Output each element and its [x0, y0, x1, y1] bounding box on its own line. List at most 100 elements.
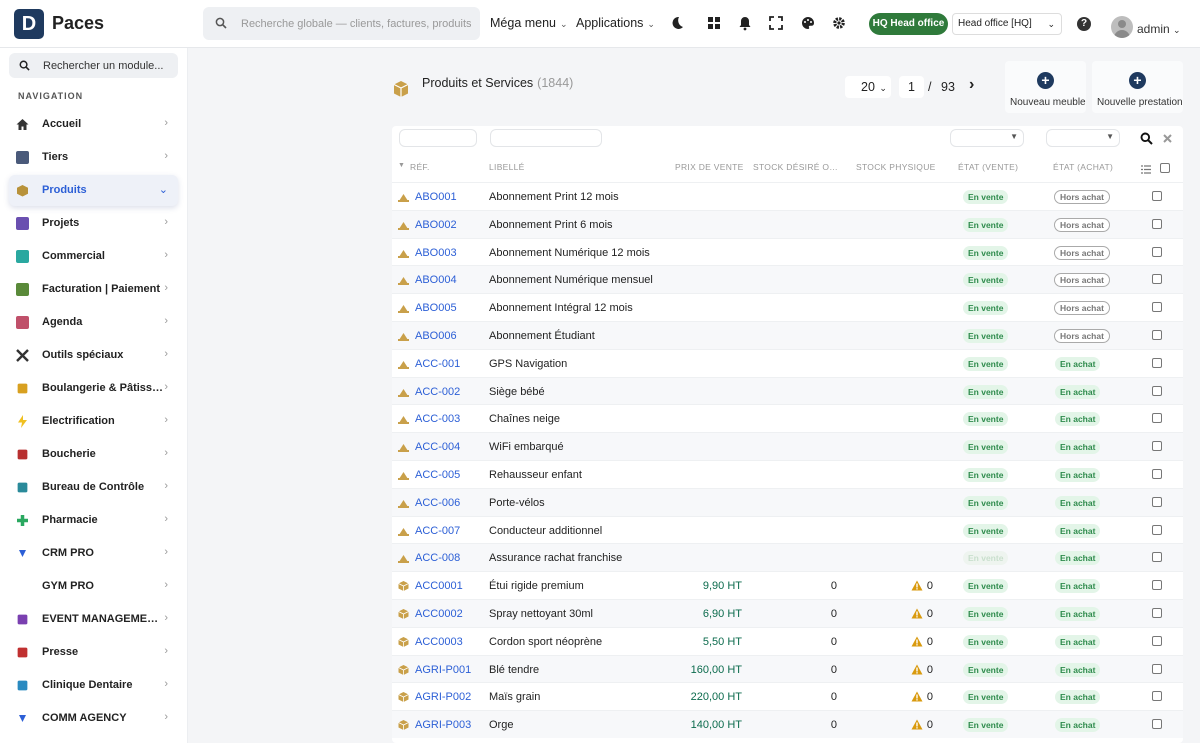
filter-label-input[interactable]	[490, 129, 602, 147]
table-row[interactable]: ACC-008 Assurance rachat franchise En vent…	[392, 543, 1183, 572]
grid-icon[interactable]	[705, 14, 723, 32]
header-physical-stock[interactable]: STOCK PHYSIQUE	[856, 162, 936, 172]
sidebar-item-gym-pro[interactable]: GYM PRO ›	[9, 571, 178, 602]
row-checkbox[interactable]	[1152, 191, 1162, 201]
table-row[interactable]: ACC0002 Spray nettoyant 30ml 6,90 HT 0 0 En v…	[392, 599, 1183, 627]
row-checkbox[interactable]	[1152, 330, 1162, 340]
row-checkbox[interactable]	[1152, 385, 1162, 396]
header-ref[interactable]: RÉF.	[410, 162, 430, 172]
sidebar-item-boucherie[interactable]: Boucherie ›	[9, 439, 178, 470]
user-menu[interactable]: admin ⌄	[1137, 22, 1181, 36]
sidebar-item-produits[interactable]: Produits ⌄	[9, 175, 178, 206]
row-checkbox[interactable]	[1152, 218, 1162, 229]
row-checkbox[interactable]	[1152, 524, 1162, 535]
product-ref-link[interactable]: ACC-008	[415, 552, 460, 564]
row-checkbox[interactable]	[1152, 413, 1162, 424]
product-ref-link[interactable]: ABO005	[415, 302, 457, 314]
header-label[interactable]: LIBELLÉ	[489, 162, 525, 172]
row-checkbox[interactable]	[1152, 302, 1162, 313]
filter-ref-input[interactable]	[399, 129, 477, 147]
hq-select[interactable]: Head office [HQ] ⌄	[952, 13, 1062, 35]
sidebar-item-commercial[interactable]: Commercial ›	[9, 241, 178, 272]
app-logo[interactable]: D	[14, 9, 44, 39]
table-row[interactable]: ACC-001 GPS Navigation En vente En achat	[392, 348, 1183, 377]
search-icon[interactable]	[1140, 132, 1153, 145]
list-icon[interactable]	[1141, 165, 1151, 174]
product-ref-link[interactable]: ACC-006	[415, 497, 460, 509]
sidebar-item-event-manageme[interactable]: EVENT MANAGEME… ›	[9, 604, 178, 635]
row-checkbox[interactable]	[1152, 719, 1162, 730]
sidebar-item-pharmacie[interactable]: Pharmacie ›	[9, 505, 178, 536]
row-checkbox[interactable]	[1152, 635, 1162, 646]
gear-icon[interactable]	[830, 14, 848, 32]
sidebar-item-bureau-de-contr-le[interactable]: Bureau de Contrôle ›	[9, 472, 178, 503]
global-search-input[interactable]	[241, 7, 471, 40]
product-ref-link[interactable]: ACC0002	[415, 608, 463, 620]
table-row[interactable]: ACC-005 Rehausseur enfant En vente En achat	[392, 460, 1183, 488]
row-checkbox[interactable]	[1152, 441, 1162, 452]
help-icon[interactable]: ?	[1077, 17, 1091, 31]
sidebar-item-projets[interactable]: Projets ›	[9, 208, 178, 239]
next-page-icon[interactable]: ›	[969, 76, 974, 94]
filter-sale-status-select[interactable]: ▼	[950, 129, 1024, 147]
table-row[interactable]: ABO004 Abonnement Numérique mensuel En ven…	[392, 265, 1183, 294]
product-ref-link[interactable]: ACC-004	[415, 441, 460, 453]
row-checkbox[interactable]	[1152, 608, 1162, 618]
product-ref-link[interactable]: ACC-002	[415, 386, 460, 398]
row-checkbox[interactable]	[1152, 552, 1162, 563]
table-row[interactable]: ABO006 Abonnement Étudiant En vente Hors ac…	[392, 321, 1183, 349]
table-row[interactable]: ACC-007 Conducteur additionnel En vente En …	[392, 515, 1183, 544]
new-furniture-button[interactable]: + Nouveau meuble	[1005, 61, 1086, 113]
row-checkbox[interactable]	[1152, 691, 1162, 702]
sidebar-item-facturation-paiement[interactable]: Facturation | Paiement ›	[9, 274, 178, 305]
product-ref-link[interactable]: ABO002	[415, 219, 457, 231]
product-ref-link[interactable]: AGRI-P002	[415, 691, 471, 703]
palette-icon[interactable]	[799, 14, 817, 32]
sidebar-item-crm-pro[interactable]: CRM PRO ›	[9, 538, 178, 569]
product-ref-link[interactable]: ACC-005	[415, 469, 460, 481]
module-search-input[interactable]	[43, 53, 173, 78]
header-purchase-status[interactable]: ÉTAT (ACHAT)	[1053, 162, 1113, 172]
product-ref-link[interactable]: AGRI-P001	[415, 664, 471, 676]
table-row[interactable]: AGRI-P002 Maïs grain 220,00 HT 0 0 En vente En…	[392, 682, 1183, 710]
row-checkbox[interactable]	[1152, 580, 1162, 591]
close-icon[interactable]	[1162, 133, 1173, 144]
sidebar-item-clinique-dentaire[interactable]: Clinique Dentaire ›	[9, 670, 178, 701]
product-ref-link[interactable]: ACC-007	[415, 525, 460, 537]
product-ref-link[interactable]: ACC0003	[415, 636, 463, 648]
row-checkbox[interactable]	[1152, 663, 1162, 674]
new-service-button[interactable]: + Nouvelle prestation	[1092, 61, 1183, 113]
row-checkbox[interactable]	[1152, 496, 1162, 507]
row-checkbox[interactable]	[1152, 469, 1162, 479]
table-row[interactable]: ACC0003 Cordon sport néoprène 5,50 HT 0 0 En …	[392, 626, 1183, 655]
table-row[interactable]: ACC-002 Siège bébé En vente En achat	[392, 376, 1183, 405]
header-sale-status[interactable]: ÉTAT (VENTE)	[958, 162, 1018, 172]
sidebar-item-agenda[interactable]: Agenda ›	[9, 307, 178, 338]
sidebar-item-boulangerie-p-tiss[interactable]: Boulangerie & Pâtiss… ›	[9, 373, 178, 404]
table-row[interactable]: ACC0001 Étui rigide premium 9,90 HT 0 0 En ve…	[392, 571, 1183, 599]
mega-menu[interactable]: Méga menu ⌄	[490, 16, 568, 30]
select-all-checkbox[interactable]	[1160, 163, 1170, 173]
hq-badge[interactable]: HQ Head office	[869, 13, 948, 35]
product-ref-link[interactable]: ACC-001	[415, 358, 460, 370]
table-row[interactable]: ABO001 Abonnement Print 12 mois En vente Ho…	[392, 182, 1183, 210]
sidebar-item-electrification[interactable]: Electrification ›	[9, 406, 178, 437]
product-ref-link[interactable]: ACC-003	[415, 413, 460, 425]
row-checkbox[interactable]	[1152, 246, 1162, 257]
sort-caret-icon[interactable]: ▼	[398, 162, 405, 169]
table-row[interactable]: ABO003 Abonnement Numérique 12 mois En ven…	[392, 237, 1183, 266]
applications-menu[interactable]: Applications ⌄	[576, 16, 655, 30]
table-row[interactable]: ABO002 Abonnement Print 6 mois En vente Hor…	[392, 209, 1183, 238]
sidebar-item-tiers[interactable]: Tiers ›	[9, 142, 178, 173]
table-row[interactable]: ABO005 Abonnement Intégral 12 mois En vent…	[392, 293, 1183, 321]
table-row[interactable]: ACC-004 WiFi embarqué En vente En achat	[392, 432, 1183, 461]
header-desired-stock[interactable]: STOCK DÉSIRÉ O…	[753, 162, 838, 172]
product-ref-link[interactable]: ABO001	[415, 191, 457, 203]
module-search[interactable]	[9, 53, 178, 78]
sidebar-item-comm-agency[interactable]: COMM AGENCY ›	[9, 703, 178, 734]
product-ref-link[interactable]: ACC0001	[415, 580, 463, 592]
page-input[interactable]: 1	[899, 76, 924, 98]
bell-icon[interactable]	[736, 14, 754, 32]
global-search[interactable]	[203, 7, 480, 40]
per-page-select[interactable]: 20 ⌄	[845, 76, 891, 98]
